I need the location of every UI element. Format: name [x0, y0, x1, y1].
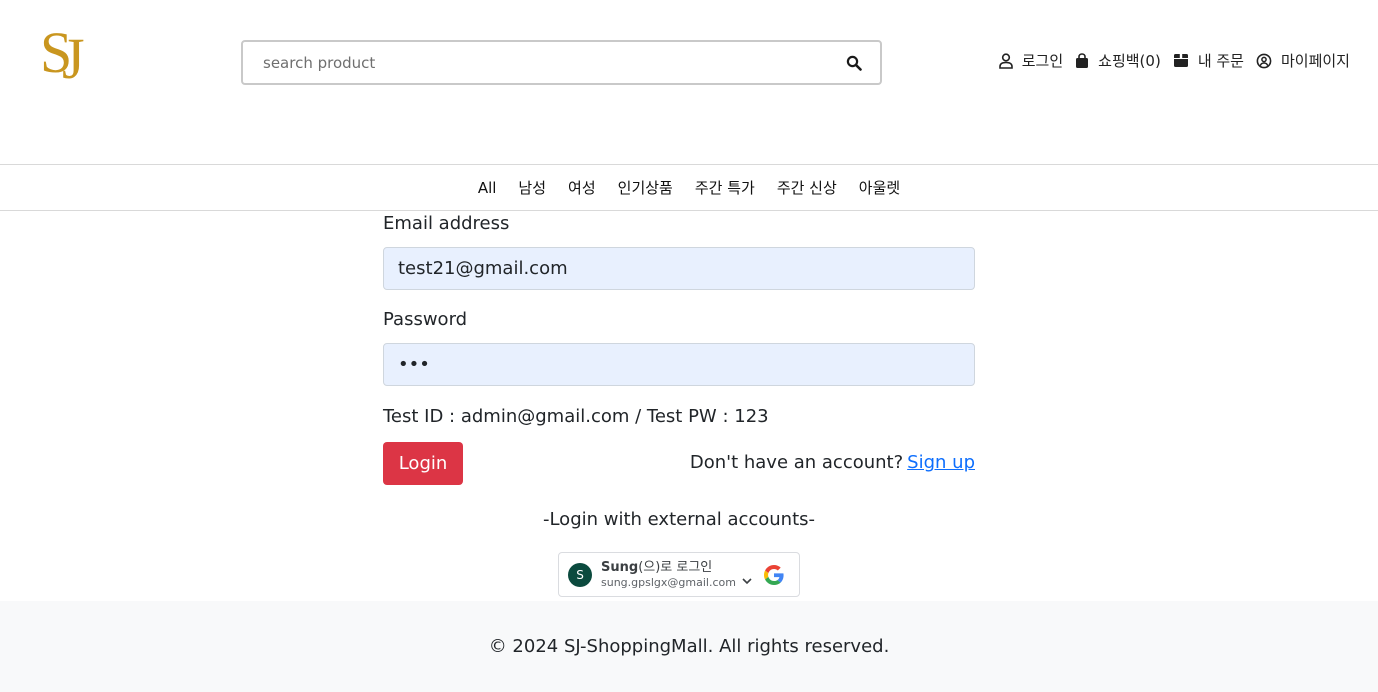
signup-link[interactable]: Sign up	[907, 452, 975, 473]
signup-prompt: Don't have an account? Sign up	[690, 452, 975, 473]
google-account-name-suffix: (으)로 로그인	[638, 559, 713, 575]
google-account-name: Sung(으)로 로그인	[601, 560, 736, 575]
google-account-name-bold: Sung	[601, 559, 639, 575]
category-outlet[interactable]: 아울렛	[859, 177, 900, 198]
menu-shopping-bag[interactable]: 쇼핑백(0)	[1075, 50, 1161, 71]
svg-text:J: J	[62, 26, 85, 86]
shopping-bag-icon	[1076, 52, 1089, 68]
password-field[interactable]	[383, 343, 975, 386]
box-icon	[1173, 54, 1188, 67]
menu-my-orders[interactable]: 내 주문	[1173, 50, 1244, 71]
user-icon	[998, 52, 1013, 69]
login-button[interactable]: Login	[383, 442, 463, 485]
category-men[interactable]: 남성	[518, 177, 546, 198]
category-weekly-deals[interactable]: 주간 특가	[695, 177, 755, 198]
site-header: S J 로그인 쇼핑백(0)	[0, 0, 1378, 165]
google-signin-button[interactable]: S Sung(으)로 로그인 sung.gpslgx@gmail.com	[558, 552, 800, 597]
search-input[interactable]	[243, 42, 828, 83]
menu-my-orders-label: 내 주문	[1197, 52, 1244, 70]
avatar: S	[568, 562, 592, 587]
user-circle-icon	[1256, 53, 1272, 68]
search-icon	[846, 55, 862, 71]
google-account-info: Sung(으)로 로그인 sung.gpslgx@gmail.com	[601, 560, 736, 590]
category-weekly-new[interactable]: 주간 신상	[777, 177, 837, 198]
google-account-email: sung.gpslgx@gmail.com	[601, 575, 736, 589]
signup-prompt-text: Don't have an account?	[689, 452, 904, 473]
menu-login-label: 로그인	[1021, 52, 1064, 70]
test-credentials-text: Test ID : admin@gmail.com / Test PW : 12…	[383, 406, 769, 427]
menu-mypage[interactable]: 마이페이지	[1256, 50, 1350, 71]
copyright-text: © 2024 SJ-ShoppingMall. All rights reser…	[488, 636, 890, 657]
search-box	[241, 40, 882, 85]
email-label: Email address	[383, 213, 510, 234]
category-popular[interactable]: 인기상품	[618, 177, 673, 198]
password-label: Password	[383, 309, 468, 330]
external-login-label: -Login with external accounts-	[542, 509, 816, 530]
google-logo-icon	[763, 564, 784, 585]
top-menu: 로그인 쇼핑백(0) 내 주문 마이페이지	[987, 50, 1350, 71]
email-field[interactable]	[383, 247, 975, 290]
category-women[interactable]: 여성	[568, 177, 596, 198]
menu-mypage-label: 마이페이지	[1280, 52, 1350, 70]
site-footer: © 2024 SJ-ShoppingMall. All rights reser…	[0, 601, 1378, 692]
menu-shopping-bag-label: 쇼핑백(0)	[1098, 52, 1161, 70]
chevron-down-icon	[742, 578, 752, 585]
category-nav: All 남성 여성 인기상품 주간 특가 주간 신상 아울렛	[0, 165, 1378, 211]
sj-logo[interactable]: S J	[36, 16, 96, 91]
menu-login[interactable]: 로그인	[998, 50, 1064, 71]
search-button[interactable]	[828, 42, 880, 83]
category-all[interactable]: All	[478, 179, 497, 197]
